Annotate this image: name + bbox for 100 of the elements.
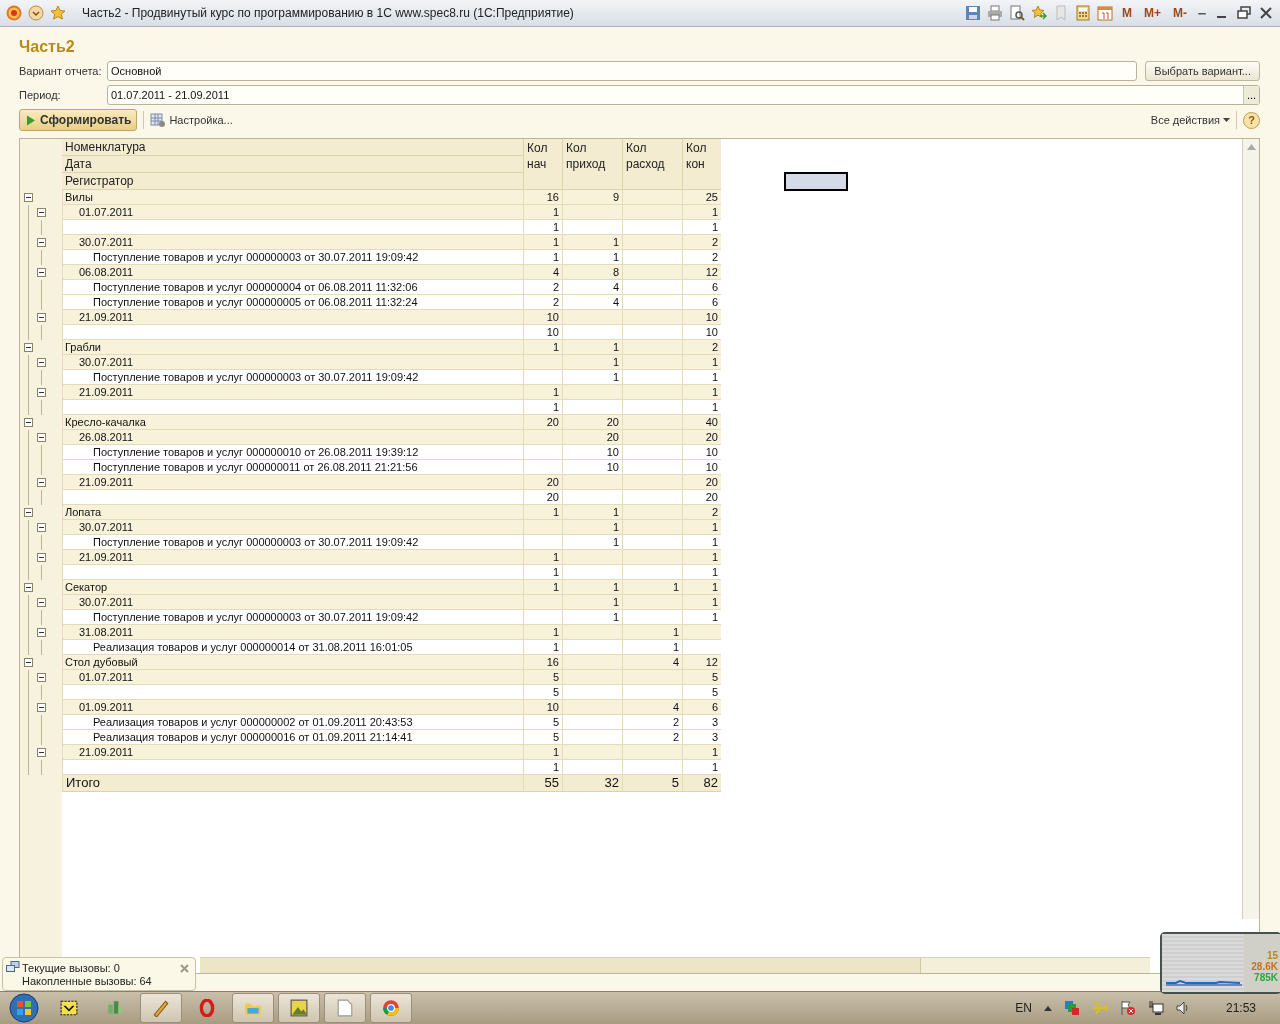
column-header: Кол расход: [622, 139, 682, 190]
collapse-icon[interactable]: [37, 358, 46, 367]
form-title: Часть2: [19, 37, 76, 57]
popup-text: Текущие вызовы: 0: [22, 962, 120, 974]
collapse-icon[interactable]: [24, 193, 33, 202]
table-cell: 1: [562, 580, 622, 595]
choose-variant-button[interactable]: Выбрать вариант...: [1145, 60, 1260, 81]
taskbar-app-icon[interactable]: [140, 993, 182, 1023]
collapse-icon[interactable]: [37, 433, 46, 442]
dropdown-icon[interactable]: [28, 5, 44, 21]
table-cell: 21.09.2011: [62, 475, 523, 490]
scrollbar-thumb[interactable]: [200, 958, 921, 973]
table-cell: 1: [622, 580, 682, 595]
cell-cursor: [784, 172, 848, 191]
collapse-icon[interactable]: [37, 388, 46, 397]
collapse-icon[interactable]: [37, 208, 46, 217]
field-label: Вариант отчета:: [19, 64, 99, 77]
restore-icon[interactable]: [1236, 5, 1252, 21]
taskbar-app-icon[interactable]: [370, 993, 412, 1023]
language-indicator[interactable]: EN: [1015, 1001, 1032, 1015]
period-field[interactable]: 01.07.2011 - 21.09.2011 ...: [107, 84, 1260, 105]
table-cell: 21.09.2011: [62, 385, 523, 400]
calendar-icon[interactable]: [1097, 5, 1113, 21]
select-button[interactable]: ...: [1243, 85, 1259, 104]
taskbar-app-icon[interactable]: [278, 993, 320, 1023]
close-icon[interactable]: [1258, 5, 1274, 21]
table-cell: 30.07.2011: [62, 595, 523, 610]
table-cell: 1: [523, 505, 562, 520]
star-icon[interactable]: [50, 5, 66, 21]
meter-reading: 15: [1266, 950, 1278, 961]
table-cell: Поступление товаров и услуг 000000010 от 26.08.2011 19:39:12: [62, 445, 523, 460]
table-cell: 9: [562, 190, 622, 205]
collapse-icon[interactable]: [24, 583, 33, 592]
table-cell: 8: [562, 265, 622, 280]
collapse-icon[interactable]: [37, 238, 46, 247]
windows-tray-icon[interactable]: [1063, 1000, 1080, 1016]
table-cell: 6: [682, 700, 721, 715]
variant-field[interactable]: Основной: [107, 60, 1138, 81]
collapse-icon[interactable]: [24, 508, 33, 517]
table-cell: 30.07.2011: [62, 520, 523, 535]
taskbar-app-icon[interactable]: [324, 993, 366, 1023]
collapse-icon[interactable]: [37, 673, 46, 682]
table-cell: 1: [682, 595, 721, 610]
collapse-icon[interactable]: [37, 748, 46, 757]
table-cell: 25: [682, 190, 721, 205]
window-title: Часть2 - Продвинутый курс по программированию в 1С www.spec8.ru (1С:Предприятие): [82, 6, 574, 20]
collapse-icon[interactable]: [37, 268, 46, 277]
table-cell: 1: [523, 745, 562, 760]
collapse-icon[interactable]: [37, 628, 46, 637]
clock[interactable]: 21:53: [1225, 1001, 1256, 1015]
table-cell: Кресло-качалка: [62, 415, 523, 430]
collapse-icon[interactable]: [24, 343, 33, 352]
table-cell: 5: [682, 670, 721, 685]
network-icon[interactable]: [1147, 1000, 1164, 1016]
collapse-icon[interactable]: [24, 418, 33, 427]
table-cell: 1: [562, 340, 622, 355]
collapse-icon[interactable]: [24, 658, 33, 667]
collapse-icon[interactable]: [37, 478, 46, 487]
table-cell: 21.09.2011: [62, 550, 523, 565]
memory-button[interactable]: M: [1119, 6, 1135, 20]
flag-error-icon[interactable]: [1119, 1000, 1136, 1016]
save-icon[interactable]: [965, 5, 981, 21]
column-header: Номенклатура: [62, 139, 523, 156]
generate-button[interactable]: Сформировать: [19, 109, 138, 132]
total-cell: 82: [682, 775, 721, 792]
collapse-icon[interactable]: [37, 598, 46, 607]
memory-button[interactable]: M+: [1141, 6, 1164, 20]
speaker-icon[interactable]: [1175, 1000, 1190, 1016]
table-cell: 01.07.2011: [62, 205, 523, 220]
all-actions-menu[interactable]: Все действия: [1150, 114, 1230, 127]
table-cell: 1: [523, 580, 562, 595]
print-icon[interactable]: [987, 5, 1003, 21]
table-cell: 01.09.2011: [62, 700, 523, 715]
table-cell: Лопата: [62, 505, 523, 520]
collapse-icon[interactable]: [37, 313, 46, 322]
table-cell: 30.07.2011: [62, 235, 523, 250]
horizontal-scrollbar[interactable]: [200, 957, 1150, 973]
collapse-icon[interactable]: [37, 553, 46, 562]
table-cell: 21.09.2011: [62, 745, 523, 760]
table-cell: 40: [682, 415, 721, 430]
collapse-icon[interactable]: [37, 703, 46, 712]
table-cell: Поступление товаров и услуг 000000004 от 06.08.2011 11:32:06: [62, 280, 523, 295]
preview-icon[interactable]: [1009, 5, 1025, 21]
calculator-icon[interactable]: [1075, 5, 1091, 21]
memory-button[interactable]: M-: [1170, 6, 1190, 20]
table-cell: 1: [682, 520, 721, 535]
table-cell: 1: [682, 580, 721, 595]
app-logo-icon[interactable]: [6, 5, 22, 21]
settings-button[interactable]: Настройка...: [150, 112, 233, 129]
table-cell: 4: [562, 280, 622, 295]
help-button[interactable]: ?: [1243, 111, 1260, 129]
table-cell: 30.07.2011: [62, 355, 523, 370]
table-cell: 6: [682, 280, 721, 295]
table-cell: 1: [682, 205, 721, 220]
table-cell: 1: [622, 625, 682, 640]
table-cell: 10: [523, 700, 562, 715]
vertical-scrollbar[interactable]: [1242, 139, 1259, 919]
collapse-icon[interactable]: [37, 523, 46, 532]
show-hidden-icon[interactable]: [1043, 1005, 1052, 1011]
favorite-add-icon[interactable]: [1031, 5, 1047, 21]
